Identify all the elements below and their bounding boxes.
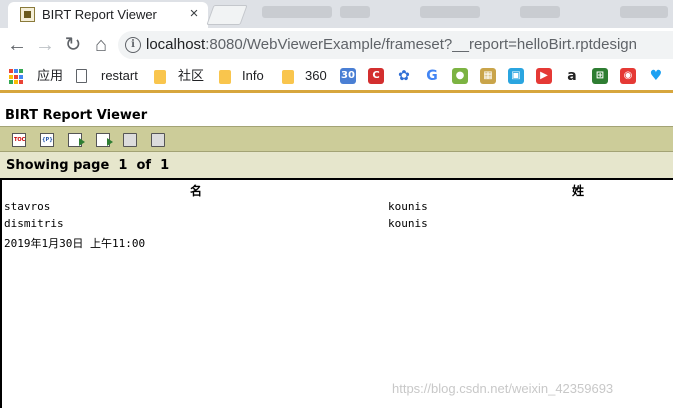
bookmark-info[interactable]: Info bbox=[242, 67, 264, 85]
bookmark-360[interactable]: 360 bbox=[305, 67, 327, 85]
toc-icon[interactable]: TOC bbox=[12, 133, 26, 147]
folder-icon bbox=[282, 70, 294, 84]
home-icon[interactable]: ⌂ bbox=[88, 32, 114, 58]
table-cell: kounis bbox=[388, 200, 428, 213]
back-icon[interactable]: ← bbox=[4, 32, 30, 58]
tab-close-icon[interactable]: × bbox=[186, 5, 202, 23]
folder-icon bbox=[219, 70, 231, 84]
table-cell: kounis bbox=[388, 217, 428, 230]
birt-favicon-icon bbox=[20, 7, 35, 22]
baidu-paw-icon[interactable]: ✿ bbox=[396, 68, 412, 84]
browser-toolbar: ← → ↻ ⌂ i localhost:8080/WebViewerExampl… bbox=[0, 28, 673, 62]
c-icon[interactable]: C bbox=[368, 68, 384, 84]
browser-tab[interactable]: BIRT Report Viewer × bbox=[8, 2, 208, 28]
google-icon[interactable]: G bbox=[424, 68, 440, 84]
apps-grid-icon[interactable] bbox=[9, 69, 25, 85]
parameters-icon[interactable]: {P} bbox=[40, 133, 54, 147]
blurred-tab-text bbox=[340, 6, 370, 18]
watermark: https://blog.csdn.net/weixin_42359693 bbox=[392, 381, 614, 396]
site-info-icon[interactable]: i bbox=[125, 37, 141, 53]
accent-divider bbox=[0, 90, 673, 93]
tab-strip: BIRT Report Viewer × bbox=[0, 0, 673, 28]
viewer-title: BIRT Report Viewer bbox=[5, 108, 148, 123]
youtube-icon[interactable]: ▶ bbox=[536, 68, 552, 84]
bilibili-icon[interactable]: ▣ bbox=[508, 68, 524, 84]
page-navigation-bar: Showing page 1 of 1 bbox=[0, 152, 673, 180]
green-circle-icon[interactable]: ● bbox=[452, 68, 468, 84]
print-server-icon[interactable] bbox=[151, 133, 165, 147]
weibo-icon[interactable]: ◉ bbox=[620, 68, 636, 84]
url-path: :8080/WebViewerExample/frameset?__report… bbox=[205, 36, 637, 53]
print-icon[interactable] bbox=[123, 133, 137, 147]
address-bar[interactable]: i localhost:8080/WebViewerExample/frames… bbox=[118, 31, 673, 59]
column-header-first-name: 名 bbox=[190, 184, 203, 198]
url-text[interactable]: localhost:8080/WebViewerExample/frameset… bbox=[146, 36, 637, 53]
twitter-icon[interactable]: ♥ bbox=[648, 68, 664, 84]
page-indicator: Showing page 1 of 1 bbox=[6, 158, 170, 173]
folder-box-icon[interactable]: ▦ bbox=[480, 68, 496, 84]
table-cell: stavros bbox=[4, 200, 51, 213]
url-host: localhost bbox=[146, 36, 206, 53]
column-header-last-name: 姓 bbox=[572, 184, 585, 198]
bookmark-restart[interactable]: restart bbox=[101, 67, 138, 85]
bookmark-apps[interactable]: 应用 bbox=[37, 67, 63, 85]
folder-icon bbox=[154, 70, 166, 84]
blurred-tab-text bbox=[520, 6, 560, 18]
table-cell: dismitris bbox=[4, 217, 64, 230]
new-tab-button[interactable] bbox=[206, 5, 248, 25]
blurred-tab-text bbox=[420, 6, 480, 18]
green-box-icon[interactable]: ⊞ bbox=[592, 68, 608, 84]
calendar-icon[interactable]: 30 bbox=[340, 68, 356, 84]
export-data-icon[interactable] bbox=[68, 133, 85, 147]
report-timestamp: 2019年1月30日 上午11:00 bbox=[4, 237, 146, 250]
bookmark-community[interactable]: 社区 bbox=[178, 67, 204, 85]
page-icon bbox=[76, 69, 87, 83]
report-content: 名 姓 stavros kounis dismitris kounis 2019… bbox=[0, 180, 671, 408]
amazon-icon[interactable]: a bbox=[564, 68, 580, 84]
blurred-tab-text bbox=[620, 6, 668, 18]
blurred-tab-text bbox=[262, 6, 332, 18]
tab-title: BIRT Report Viewer bbox=[42, 7, 157, 22]
bookmarks-bar: 应用 restart 社区 Info 360 30 C ✿ G ● ▦ ▣ ▶ a ⊞ ◉ ♥ bbox=[0, 62, 673, 90]
reload-icon[interactable]: ↻ bbox=[60, 32, 86, 58]
forward-icon[interactable]: → bbox=[32, 32, 58, 58]
export-report-icon[interactable] bbox=[96, 133, 113, 147]
viewer-toolbar: TOC {P} bbox=[0, 126, 673, 152]
